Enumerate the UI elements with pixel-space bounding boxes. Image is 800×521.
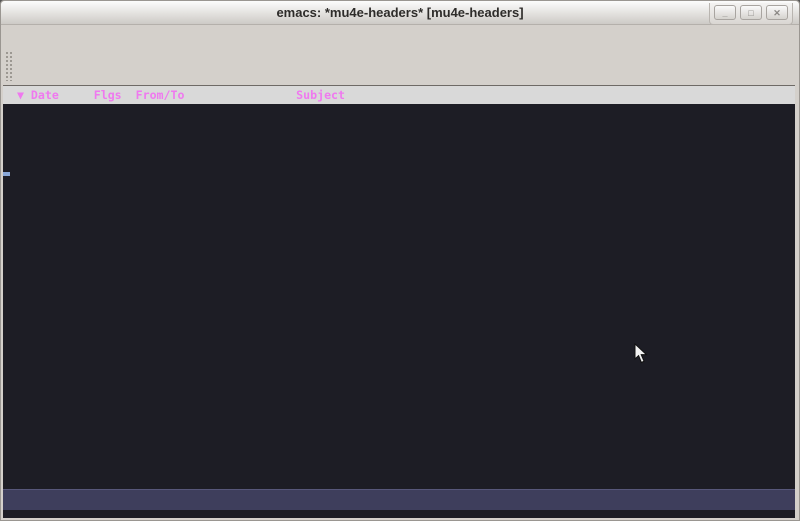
echo-area[interactable] [3,510,795,518]
headers-buffer [3,104,795,489]
window-title: emacs: *mu4e-headers* [mu4e-headers] [1,5,799,20]
window-controls: _ □ ✕ [709,3,793,25]
emacs-window: emacs: *mu4e-headers* [mu4e-headers] _ □ ✕… [0,0,800,521]
fringe-indicator [3,172,10,176]
toolbar [1,46,799,85]
toolbar-drag-handle[interactable] [5,51,13,81]
titlebar[interactable]: emacs: *mu4e-headers* [mu4e-headers] _ □ ✕ [1,1,799,25]
mouse-cursor [634,343,648,364]
text-area: ▼ Date Flgs From/To Subject [3,85,795,517]
maximize-button[interactable]: □ [740,5,762,20]
mode-line [3,489,795,510]
minimize-button[interactable]: _ [714,5,736,20]
headers-column-line[interactable]: ▼ Date Flgs From/To Subject [3,86,795,104]
close-button[interactable]: ✕ [766,5,788,20]
menu-bar [1,26,799,46]
